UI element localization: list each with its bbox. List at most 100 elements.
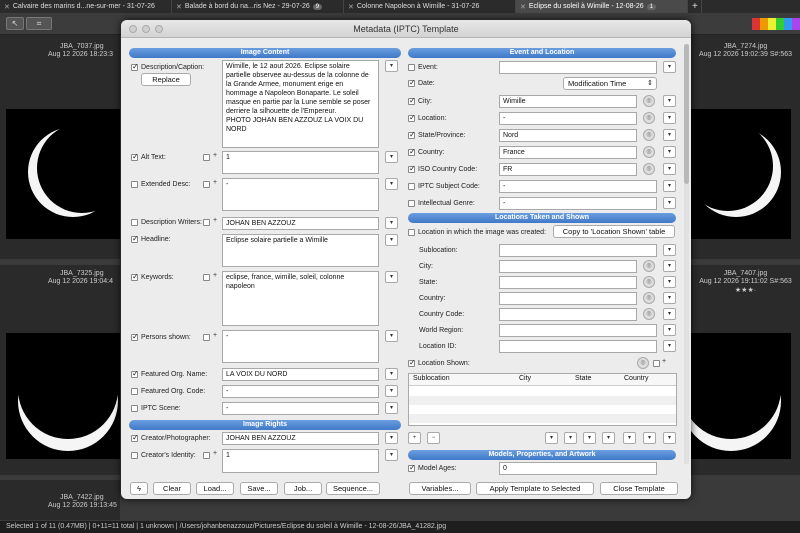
tab-balade[interactable]: ✕ Balade à bord du na...ris Nez - 29-07-2… <box>172 0 344 13</box>
featured-org-name-field[interactable]: LA VOIX DU NORD <box>222 368 379 381</box>
state-dropdown[interactable]: ▾ <box>663 129 676 141</box>
org-code-dropdown[interactable]: ▾ <box>385 385 398 397</box>
event-field[interactable] <box>499 61 657 74</box>
apply-template-button[interactable]: Apply Template to Selected <box>476 482 594 495</box>
col-dropdown-2[interactable]: ▾ <box>564 432 577 444</box>
iso-code-field[interactable]: FR <box>499 163 637 176</box>
thumbnail-tr[interactable]: JBA_7274.jpg Aug 12 2026 19:02:39 S#:563 <box>691 35 800 259</box>
state-field[interactable]: Nord <box>499 129 637 142</box>
persons-field[interactable]: - <box>222 330 379 363</box>
subject-code-field[interactable]: - <box>499 180 657 193</box>
state2-dropdown[interactable]: ▾ <box>663 276 676 288</box>
persons-dropdown[interactable]: ▾ <box>385 330 398 342</box>
globe-icon[interactable]: ◎ <box>643 276 655 288</box>
globe-icon[interactable]: ◎ <box>637 357 649 369</box>
headline-dropdown[interactable]: ▾ <box>385 234 398 246</box>
writers-dropdown[interactable]: ▾ <box>385 217 398 229</box>
country-code-field[interactable] <box>499 308 637 321</box>
iso-code-checkbox[interactable] <box>408 164 416 173</box>
save-button[interactable]: Save... <box>240 482 278 495</box>
tab-eclipse[interactable]: ✕ Eclipse du soleil à Wimille - 12-08-26 1 <box>516 0 688 13</box>
alt-text-dropdown[interactable]: ▾ <box>385 151 398 163</box>
color-labels[interactable] <box>752 18 800 30</box>
location-field[interactable]: - <box>499 112 637 125</box>
sublocation-dropdown[interactable]: ▾ <box>663 244 676 256</box>
zoom-button[interactable] <box>155 25 163 33</box>
load-button[interactable]: Load... <box>196 482 234 495</box>
creator-checkbox[interactable] <box>131 433 139 442</box>
featured-org-code-checkbox[interactable] <box>131 388 138 395</box>
subject-code-checkbox[interactable] <box>408 183 415 190</box>
close-icon[interactable]: ✕ <box>348 3 354 11</box>
close-icon[interactable]: ✕ <box>176 3 182 11</box>
date-source-select[interactable]: Modification Time <box>563 77 657 90</box>
globe-icon[interactable]: ◎ <box>643 292 655 304</box>
col-city[interactable]: City <box>519 375 531 382</box>
add-row-button[interactable]: + <box>408 432 421 444</box>
alt-text-append-checkbox[interactable] <box>203 154 210 161</box>
genre-checkbox[interactable] <box>408 200 415 207</box>
country2-dropdown[interactable]: ▾ <box>663 292 676 304</box>
city-dropdown[interactable]: ▾ <box>663 95 676 107</box>
lightning-icon[interactable]: ϟ <box>130 482 148 495</box>
job-button[interactable]: Job... <box>284 482 322 495</box>
remove-row-button[interactable]: − <box>427 432 440 444</box>
iso-code-dropdown[interactable]: ▾ <box>663 163 676 175</box>
globe-icon[interactable]: ◎ <box>643 129 655 141</box>
scrollbar-thumb[interactable] <box>684 44 689 184</box>
table-row[interactable] <box>409 396 676 405</box>
col-dropdown-6[interactable]: ▾ <box>643 432 656 444</box>
sublocation-field[interactable] <box>499 244 657 257</box>
event-checkbox[interactable] <box>408 64 415 71</box>
extended-desc-append-checkbox[interactable] <box>203 181 210 188</box>
pointer-tool-button[interactable]: ↖ <box>6 17 24 30</box>
minimize-button[interactable] <box>142 25 150 33</box>
country2-field[interactable] <box>499 292 637 305</box>
iptc-scene-checkbox[interactable] <box>131 405 138 412</box>
col-state[interactable]: State <box>575 375 591 382</box>
world-region-dropdown[interactable]: ▾ <box>663 324 676 336</box>
col-dropdown-5[interactable]: ▾ <box>623 432 636 444</box>
location-created-checkbox[interactable] <box>408 229 415 236</box>
country-dropdown[interactable]: ▾ <box>663 146 676 158</box>
keywords-dropdown[interactable]: ▾ <box>385 271 398 283</box>
city2-field[interactable] <box>499 260 637 273</box>
tab-colonne[interactable]: ✕ Colonne Napoleon à Wimille - 31-07-26 <box>344 0 516 13</box>
genre-dropdown[interactable]: ▾ <box>663 197 676 209</box>
city-field[interactable]: Wimille <box>499 95 637 108</box>
thumbnail-ml[interactable]: JBA_7325.jpg Aug 12 2026 19:04:4 <box>0 265 120 475</box>
state2-field[interactable] <box>499 276 637 289</box>
creator-field[interactable]: JOHAN BEN AZZOUZ <box>222 432 379 445</box>
tab-calvaire[interactable]: ✕ Calvaire des marins d...ne-sur-mer - 31… <box>0 0 172 13</box>
extended-desc-checkbox[interactable] <box>131 181 138 188</box>
description-checkbox[interactable] <box>131 62 139 71</box>
keywords-append-checkbox[interactable] <box>203 274 210 281</box>
crop-tool-button[interactable]: ⌗ <box>26 17 52 30</box>
event-dropdown[interactable]: ▾ <box>663 61 676 73</box>
extended-desc-dropdown[interactable]: ▾ <box>385 178 398 190</box>
description-dropdown[interactable]: ▾ <box>385 60 398 72</box>
clear-button[interactable]: Clear <box>153 482 191 495</box>
model-ages-field[interactable]: 0 <box>499 462 657 475</box>
alt-text-checkbox[interactable] <box>131 152 139 161</box>
globe-icon[interactable]: ◎ <box>643 163 655 175</box>
persons-append-checkbox[interactable] <box>203 334 210 341</box>
featured-org-code-field[interactable]: - <box>222 385 379 398</box>
featured-org-name-checkbox[interactable] <box>131 369 139 378</box>
col-country[interactable]: Country <box>624 375 649 382</box>
keywords-field[interactable]: eclipse, france, wimille, soleil, colonn… <box>222 271 379 326</box>
variables-button[interactable]: Variables... <box>409 482 471 495</box>
col-dropdown-3[interactable]: ▾ <box>583 432 596 444</box>
identity-dropdown[interactable]: ▾ <box>385 449 398 461</box>
creator-identity-checkbox[interactable] <box>131 452 138 459</box>
close-window-button[interactable] <box>129 25 137 33</box>
model-ages-checkbox[interactable] <box>408 463 416 472</box>
thumbnail-tl[interactable]: JBA_7037.jpg Aug 12 2026 18:23:3 <box>0 35 120 259</box>
location-dropdown[interactable]: ▾ <box>663 112 676 124</box>
replace-button[interactable]: Replace <box>141 73 191 86</box>
headline-field[interactable]: Eclipse solaire partielle a Wimille <box>222 234 379 267</box>
thumbnail-bl[interactable]: JBA_7422.jpg Aug 12 2026 19:13:45 <box>0 480 120 520</box>
globe-icon[interactable]: ◎ <box>643 260 655 272</box>
col-dropdown-7[interactable]: ▾ <box>663 432 676 444</box>
globe-icon[interactable]: ◎ <box>643 146 655 158</box>
